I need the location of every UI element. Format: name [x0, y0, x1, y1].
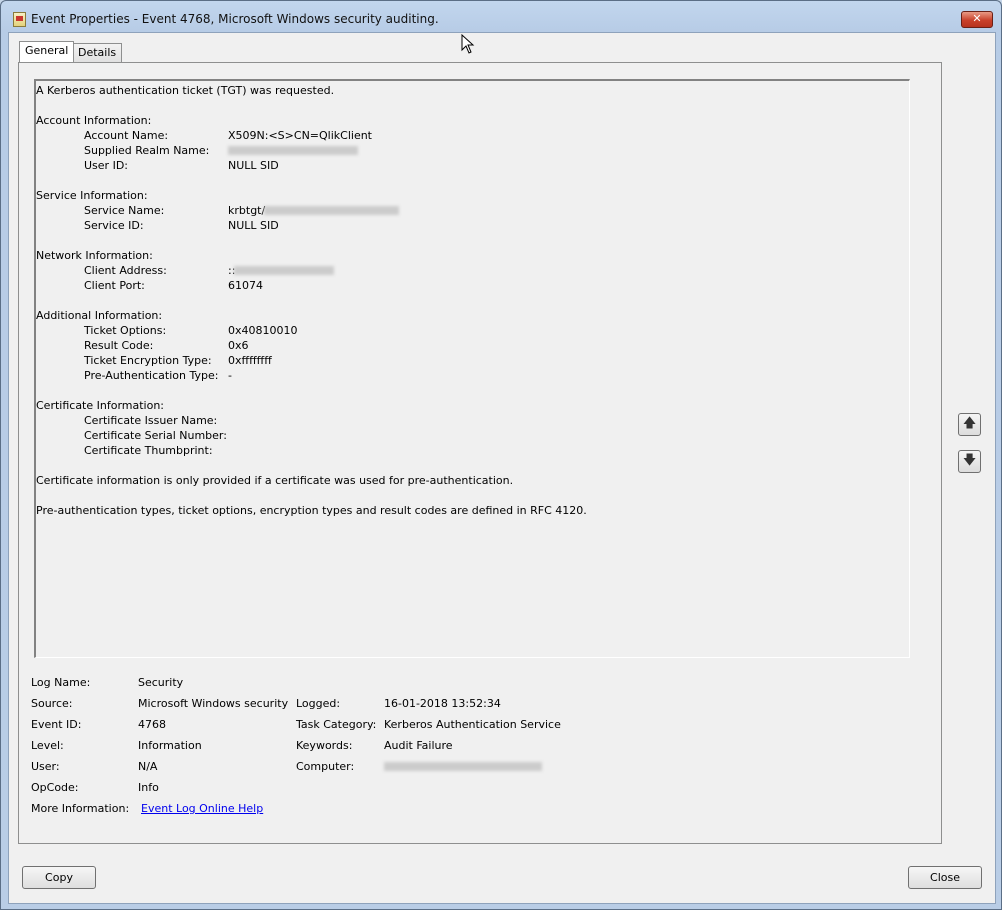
cert-serial-label: Certificate Serial Number: — [84, 429, 227, 442]
cert-thumbprint-label: Certificate Thumbprint: — [84, 444, 213, 457]
redacted-computer — [384, 762, 542, 771]
source-value: Microsoft Windows security — [138, 697, 289, 710]
network-heading: Network Information: — [36, 249, 153, 262]
service-id-value: NULL SID — [228, 219, 279, 232]
event-viewer-icon — [13, 12, 26, 27]
copy-button[interactable]: Copy — [22, 866, 96, 889]
client-address-label: Client Address: — [84, 264, 167, 277]
arrow-up-icon: 🡅 — [962, 416, 977, 431]
event-log-online-help-link[interactable]: Event Log Online Help — [141, 802, 263, 815]
source-label: Source: — [31, 697, 73, 710]
mouse-cursor-icon — [461, 34, 475, 54]
title-bar[interactable]: Event Properties - Event 4768, Microsoft… — [1, 1, 1001, 33]
dialog-client-area: General Details A Kerberos authenticatio… — [8, 32, 996, 904]
arrow-down-icon: 🡇 — [962, 453, 977, 468]
service-id-label: Service ID: — [84, 219, 144, 232]
tab-general[interactable]: General — [19, 41, 75, 62]
logged-label: Logged: — [296, 697, 341, 710]
certificate-heading: Certificate Information: — [36, 399, 165, 412]
rfc-note: Pre-authentication types, ticket options… — [36, 504, 587, 517]
level-label: Level: — [31, 739, 64, 752]
next-event-button[interactable]: 🡇 — [958, 450, 981, 473]
user-id-label: User ID: — [84, 159, 128, 172]
previous-event-button[interactable]: 🡅 — [958, 413, 981, 436]
tab-details[interactable]: Details — [72, 43, 123, 62]
client-port-label: Client Port: — [84, 279, 145, 292]
user-value: N/A — [138, 760, 158, 773]
account-name-value: X509N:<S>CN=QlikClient — [228, 129, 372, 142]
description-intro: A Kerberos authentication ticket (TGT) w… — [36, 84, 335, 97]
preauth-type-label: Pre-Authentication Type: — [84, 369, 219, 382]
more-information-label: More Information: — [31, 802, 130, 815]
event-properties-window: Event Properties - Event 4768, Microsoft… — [0, 0, 1002, 910]
user-label: User: — [31, 760, 60, 773]
certificate-note: Certificate information is only provided… — [36, 474, 514, 487]
computer-label: Computer: — [296, 760, 355, 773]
opcode-label: OpCode: — [31, 781, 79, 794]
level-value: Information — [138, 739, 202, 752]
close-button[interactable]: Close — [908, 866, 982, 889]
event-id-value: 4768 — [138, 718, 166, 731]
keywords-label: Keywords: — [296, 739, 353, 752]
opcode-value: Info — [138, 781, 159, 794]
encryption-type-value: 0xffffffff — [228, 354, 272, 367]
result-code-label: Result Code: — [84, 339, 154, 352]
redacted-client-address — [234, 266, 334, 275]
event-id-label: Event ID: — [31, 718, 82, 731]
service-heading: Service Information: — [36, 189, 148, 202]
account-heading: Account Information: — [36, 114, 152, 127]
ticket-options-label: Ticket Options: — [84, 324, 167, 337]
result-code-value: 0x6 — [228, 339, 249, 352]
task-category-label: Task Category: — [296, 718, 377, 731]
encryption-type-label: Ticket Encryption Type: — [84, 354, 212, 367]
redacted-service-name — [264, 206, 399, 215]
event-description-box[interactable]: A Kerberos authentication ticket (TGT) w… — [34, 79, 910, 658]
general-tab-panel: A Kerberos authentication ticket (TGT) w… — [18, 62, 942, 844]
logged-value: 16-01-2018 13:52:34 — [384, 697, 501, 710]
keywords-value: Audit Failure — [384, 739, 453, 752]
log-name-label: Log Name: — [31, 676, 91, 689]
additional-heading: Additional Information: — [36, 309, 163, 322]
window-close-button[interactable]: ✕ — [961, 11, 993, 28]
task-category-value: Kerberos Authentication Service — [384, 718, 561, 731]
realm-label: Supplied Realm Name: — [84, 144, 210, 157]
ticket-options-value: 0x40810010 — [228, 324, 298, 337]
service-name-label: Service Name: — [84, 204, 165, 217]
redacted-realm — [228, 146, 358, 155]
service-name-value: krbtgt/ — [228, 204, 266, 217]
preauth-type-value: - — [228, 369, 232, 382]
cert-issuer-label: Certificate Issuer Name: — [84, 414, 218, 427]
account-name-label: Account Name: — [84, 129, 169, 142]
client-port-value: 61074 — [228, 279, 263, 292]
log-name-value: Security — [138, 676, 184, 689]
user-id-value: NULL SID — [228, 159, 279, 172]
window-title: Event Properties - Event 4768, Microsoft… — [31, 12, 439, 26]
